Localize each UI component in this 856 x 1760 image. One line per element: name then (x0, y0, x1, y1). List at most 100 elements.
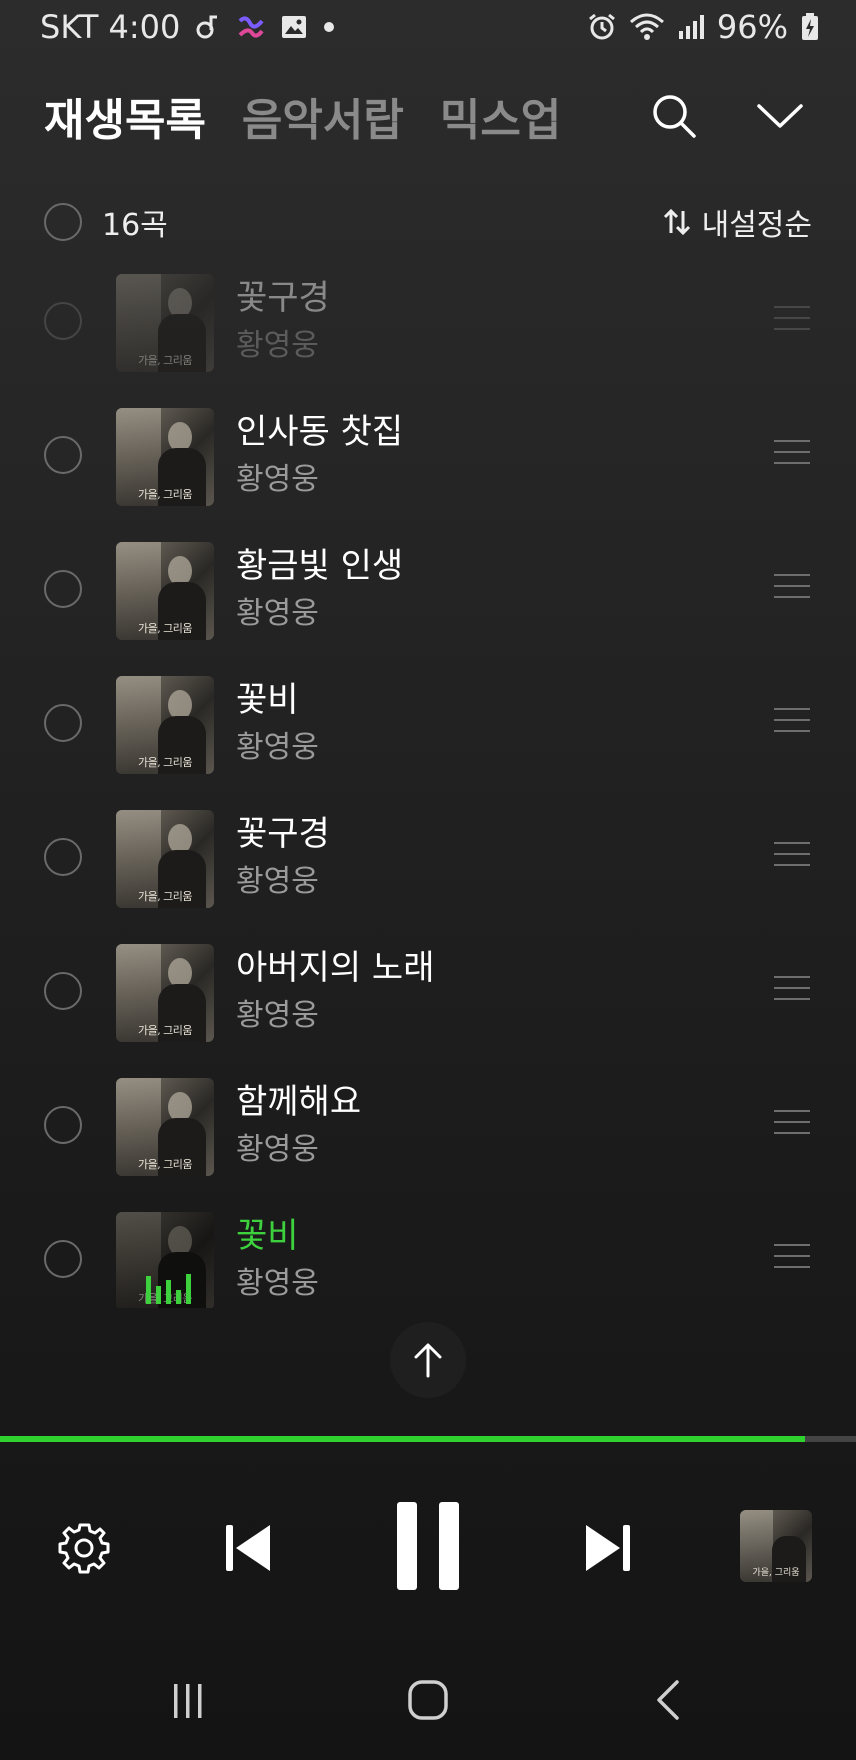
list-header: 16곡 내설정순 (44, 196, 812, 248)
track-count: 16곡 (102, 208, 168, 243)
equalizer-icon (146, 1272, 191, 1304)
album-art: 가을, 그리움 (116, 1078, 214, 1176)
sort-button[interactable]: 내설정순 (662, 200, 812, 244)
track-artist: 황영웅 (236, 328, 319, 363)
track-artist: 황영웅 (236, 1132, 319, 1167)
track-checkbox[interactable] (44, 972, 82, 1010)
gallery-icon (280, 13, 308, 41)
sort-label: 내설정순 (701, 208, 812, 243)
track-row-now-playing[interactable]: 가을, 그리움 꽃비 황영웅 (0, 1192, 856, 1308)
recent-apps-button[interactable] (158, 1670, 218, 1730)
back-button[interactable] (638, 1670, 698, 1730)
album-caption: 가을, 그리움 (137, 1024, 193, 1037)
album-caption: 가을, 그리움 (137, 488, 193, 501)
album-art: 가을, 그리움 (116, 810, 214, 908)
search-button[interactable] (646, 88, 702, 144)
track-title: 꽃비 (236, 680, 299, 720)
track-checkbox[interactable] (44, 838, 82, 876)
drag-handle-icon[interactable] (774, 306, 810, 332)
track-artist: 황영웅 (236, 596, 319, 631)
drag-handle-icon[interactable] (774, 1110, 810, 1136)
track-title: 아버지의 노래 (236, 948, 435, 988)
now-playing-cover[interactable]: 가을, 그리움 (740, 1510, 812, 1582)
album-art: 가을, 그리움 (116, 676, 214, 774)
next-button[interactable] (572, 1516, 642, 1580)
skip-previous-icon (226, 1525, 270, 1571)
pause-icon (397, 1502, 459, 1590)
collapse-button[interactable] (752, 88, 808, 144)
drag-handle-icon[interactable] (774, 440, 810, 466)
chevron-down-icon (757, 104, 803, 128)
skip-next-icon (586, 1525, 630, 1571)
track-title: 꽃구경 (236, 814, 330, 854)
music-note-icon (194, 13, 222, 41)
album-art: 가을, 그리움 (116, 944, 214, 1042)
player-controls: 가을, 그리움 (0, 1494, 856, 1598)
previous-button[interactable] (214, 1516, 284, 1580)
track-row[interactable]: 가을, 그리움 꽃구경황영웅 (0, 790, 856, 924)
drag-handle-icon[interactable] (774, 1244, 810, 1270)
wifi-icon (629, 12, 665, 42)
recent-apps-icon (174, 1684, 202, 1718)
home-icon (408, 1680, 448, 1720)
search-icon (653, 95, 696, 138)
drag-handle-icon[interactable] (774, 842, 810, 868)
album-art: 가을, 그리움 (116, 542, 214, 640)
track-checkbox[interactable] (44, 1240, 82, 1278)
album-caption: 가을, 그리움 (137, 1158, 193, 1171)
tab-mixup[interactable]: 믹스업 (440, 84, 561, 148)
home-button[interactable] (398, 1670, 458, 1730)
progress-fill (0, 1436, 805, 1442)
album-caption: 가을, 그리움 (137, 622, 193, 635)
alarm-icon (587, 12, 617, 42)
settings-button[interactable] (52, 1516, 116, 1580)
pause-button[interactable] (380, 1494, 476, 1598)
tab-playlist[interactable]: 재생목록 (44, 84, 206, 148)
select-all-checkbox[interactable] (44, 203, 82, 241)
track-row[interactable]: 가을, 그리움 인사동 찻집황영웅 (0, 388, 856, 522)
battery-charging-icon (800, 12, 820, 42)
drag-handle-icon[interactable] (774, 708, 810, 734)
track-title: 함께해요 (236, 1082, 362, 1122)
track-row[interactable]: 가을, 그리움 꽃비황영웅 (0, 656, 856, 790)
carrier-time: SKT 4:00 (40, 8, 181, 46)
system-nav-bar (0, 1660, 856, 1750)
mini-cover-caption: 가을, 그리움 (752, 1568, 800, 1578)
track-row[interactable]: 가을, 그리움 함께해요황영웅 (0, 1058, 856, 1192)
track-title: 꽃구경 (236, 278, 330, 318)
status-bar: SKT 4:00 96% (0, 0, 856, 56)
drag-handle-icon[interactable] (774, 574, 810, 600)
track-checkbox[interactable] (44, 302, 82, 340)
track-checkbox[interactable] (44, 436, 82, 474)
arrow-up-icon (414, 1343, 442, 1378)
track-checkbox[interactable] (44, 1106, 82, 1144)
track-title: 꽃비 (236, 1216, 299, 1256)
drag-handle-icon[interactable] (774, 976, 810, 1002)
track-artist: 황영웅 (236, 462, 319, 497)
playback-progress-bar[interactable] (0, 1436, 856, 1442)
scroll-to-top-button[interactable] (390, 1322, 466, 1398)
track-checkbox[interactable] (44, 570, 82, 608)
track-row[interactable]: 가을, 그리움 꽃구경황영웅 (0, 254, 856, 388)
album-art: 가을, 그리움 (116, 274, 214, 372)
album-caption: 가을, 그리움 (137, 756, 193, 769)
app-notification-icon (236, 13, 266, 41)
track-artist: 황영웅 (236, 730, 319, 765)
tab-bar: 재생목록 음악서랍 믹스업 (44, 84, 561, 148)
status-left: SKT 4:00 (40, 8, 336, 46)
back-icon (657, 1680, 679, 1720)
track-list: 가을, 그리움 꽃구경 황영웅 가을, 그리움 인사동 찻집 황영웅 가을, 그리움… (0, 254, 856, 1308)
status-right: 96% (587, 8, 820, 46)
track-artist: 황영웅 (236, 864, 319, 899)
track-row[interactable]: 가을, 그리움 황금빛 인생 황영웅 (0, 522, 856, 656)
tab-music-drawer[interactable]: 음악서랍 (242, 84, 404, 148)
gear-icon (58, 1523, 110, 1574)
album-caption: 가을, 그리움 (137, 890, 193, 903)
track-row[interactable]: 가을, 그리움 아버지의 노래황영웅 (0, 924, 856, 1058)
track-artist: 황영웅 (236, 998, 319, 1033)
album-caption: 가을, 그리움 (137, 354, 193, 367)
signal-icon (677, 13, 705, 41)
track-checkbox[interactable] (44, 704, 82, 742)
sort-icon (663, 208, 690, 236)
track-title: 인사동 찻집 (236, 412, 404, 452)
